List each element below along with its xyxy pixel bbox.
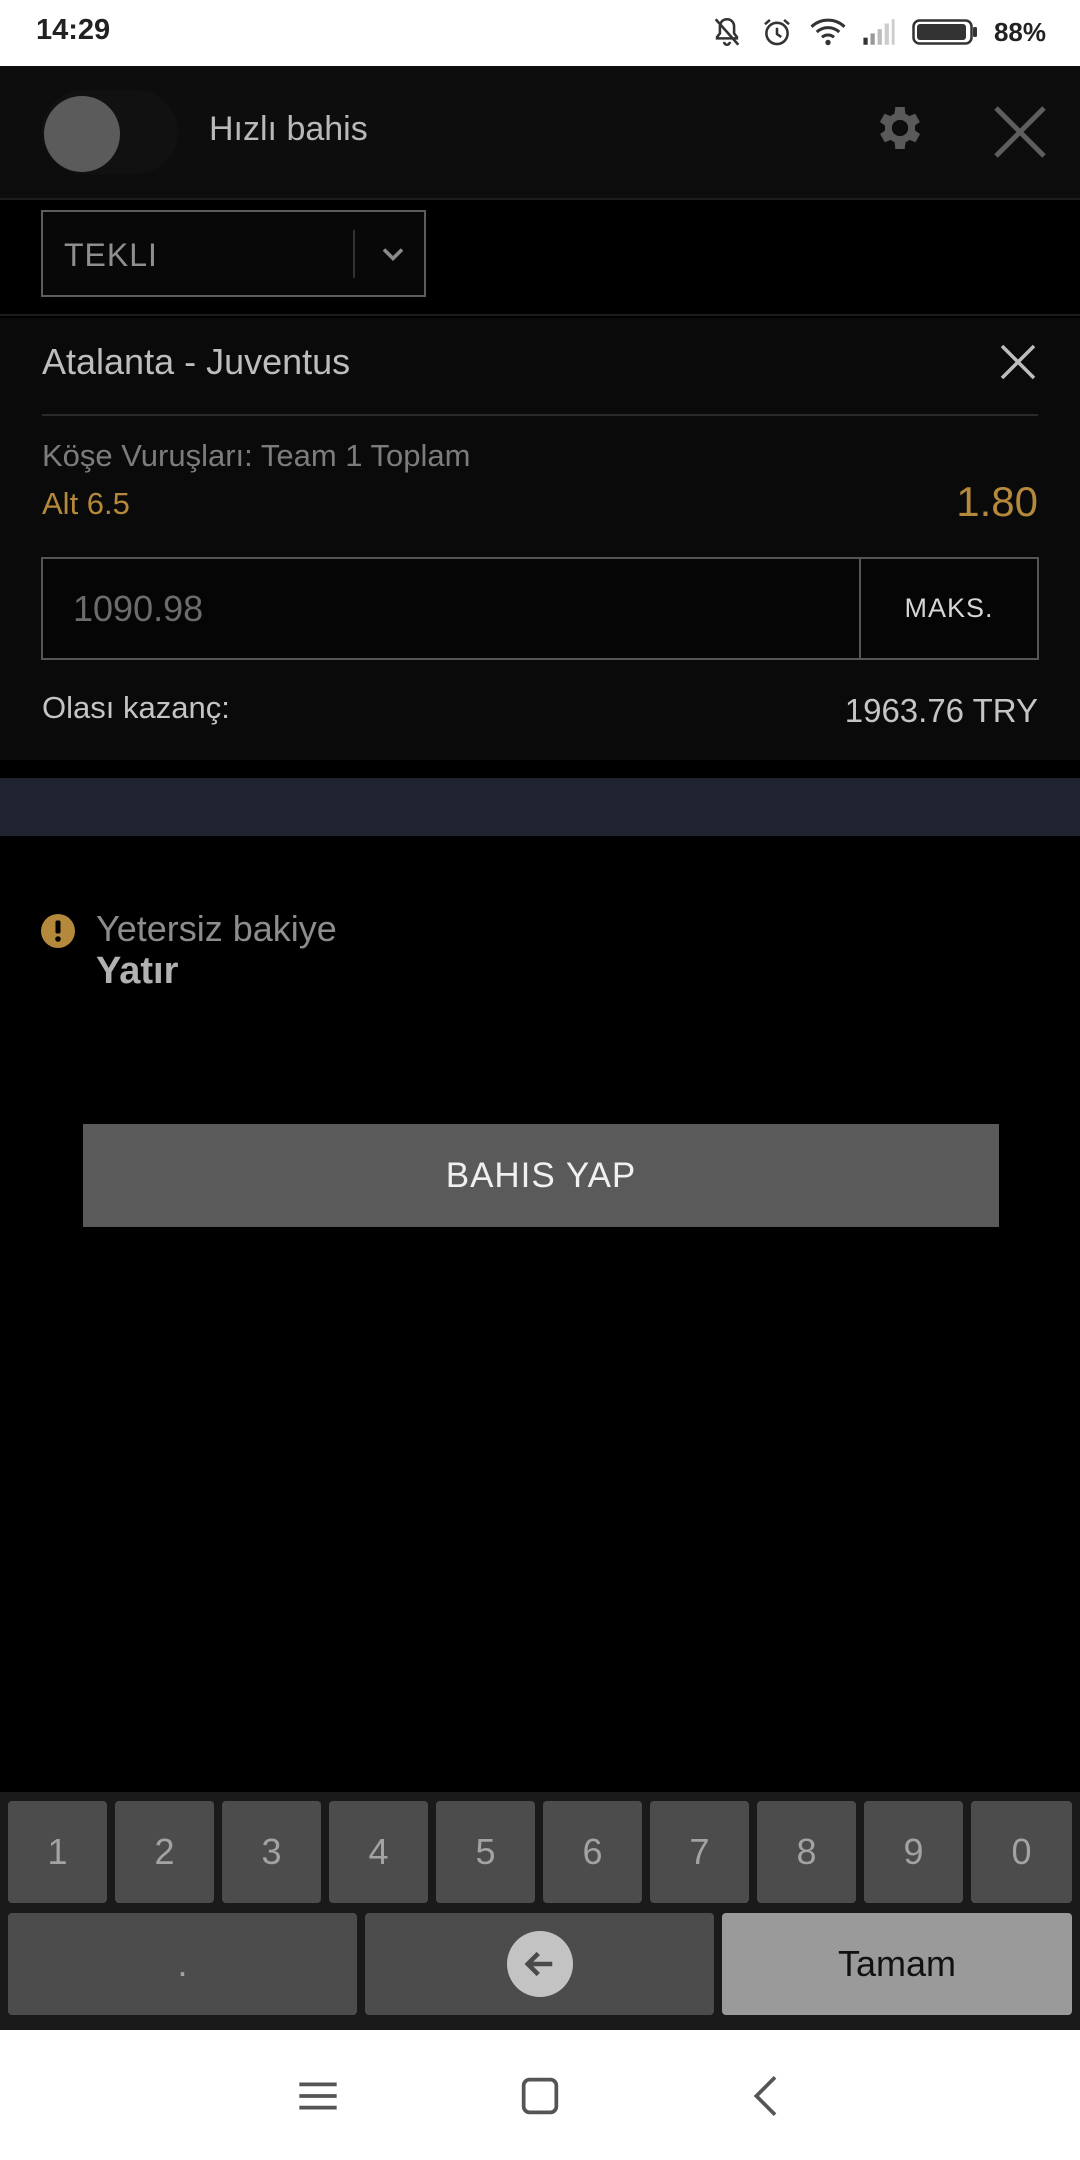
stake-box: MAKS.: [41, 557, 1039, 660]
key-1[interactable]: 1: [8, 1801, 107, 1903]
key-done[interactable]: Tamam: [722, 1913, 1072, 2015]
battery-percentage: 88%: [993, 16, 1046, 47]
insufficient-balance-message: Yetersiz bakiye: [96, 908, 337, 949]
event-title: Atalanta - Juventus: [42, 341, 351, 382]
numeric-keypad: 1 2 3 4 5 6 7 8 9 0 . Tamam: [0, 1792, 1080, 2030]
status-icons: 88%: [710, 12, 1046, 52]
betslip-header: Hızlı bahis: [0, 66, 1080, 200]
bet-type-area: TEKLI: [0, 200, 1080, 316]
close-icon[interactable]: [990, 102, 1050, 162]
toggle-knob: [44, 96, 120, 172]
backspace-icon: [506, 1931, 573, 1997]
max-stake-button[interactable]: MAKS.: [861, 559, 1037, 658]
place-bet-button[interactable]: BAHIS YAP: [83, 1124, 999, 1227]
back-icon[interactable]: [740, 2068, 796, 2124]
menu-icon[interactable]: [290, 2068, 346, 2124]
key-6[interactable]: 6: [543, 1801, 642, 1903]
potential-winnings-label: Olası kazanç:: [42, 690, 230, 725]
key-2[interactable]: 2: [115, 1801, 214, 1903]
remove-selection-icon[interactable]: [996, 340, 1040, 384]
gear-icon[interactable]: [872, 100, 928, 156]
deposit-link[interactable]: Yatır: [96, 950, 178, 993]
muted-bell-icon: [714, 17, 740, 46]
warning-icon: [41, 914, 75, 948]
quick-bet-label: Hızlı bahis: [209, 110, 368, 148]
status-bar: 14:29 88%: [0, 0, 1080, 66]
potential-winnings-value: 1963.76 TRY: [844, 692, 1038, 729]
key-7[interactable]: 7: [650, 1801, 749, 1903]
selection-name: Alt 6.5: [42, 486, 130, 521]
spacer: [0, 760, 1080, 778]
key-5[interactable]: 5: [436, 1801, 535, 1903]
bet-type-select[interactable]: TEKLI: [41, 210, 426, 297]
info-band: [0, 778, 1080, 836]
stake-input[interactable]: [43, 559, 861, 658]
wifi-icon: [810, 18, 846, 46]
navigation-bar: [0, 2030, 1080, 2160]
divider: [42, 414, 1038, 416]
quick-bet-toggle[interactable]: [42, 90, 178, 174]
key-backspace[interactable]: [365, 1913, 714, 2015]
odds-value: 1.80: [956, 478, 1038, 525]
market-name: Köşe Vuruşları: Team 1 Toplam: [42, 438, 471, 473]
signal-icon: [863, 19, 895, 45]
bet-selection-card: Atalanta - Juventus Köşe Vuruşları: Team…: [0, 318, 1080, 760]
chevron-down-icon: [382, 248, 404, 262]
bet-type-separator: [353, 230, 355, 278]
key-3[interactable]: 3: [222, 1801, 321, 1903]
bet-type-value: TEKLI: [64, 237, 158, 273]
key-dot[interactable]: .: [8, 1913, 357, 2015]
alarm-icon: [764, 18, 790, 46]
key-8[interactable]: 8: [757, 1801, 856, 1903]
key-0[interactable]: 0: [971, 1801, 1072, 1903]
status-time: 14:29: [36, 14, 111, 46]
battery-icon: [912, 19, 977, 45]
key-4[interactable]: 4: [329, 1801, 428, 1903]
home-icon[interactable]: [512, 2068, 568, 2124]
key-9[interactable]: 9: [864, 1801, 963, 1903]
